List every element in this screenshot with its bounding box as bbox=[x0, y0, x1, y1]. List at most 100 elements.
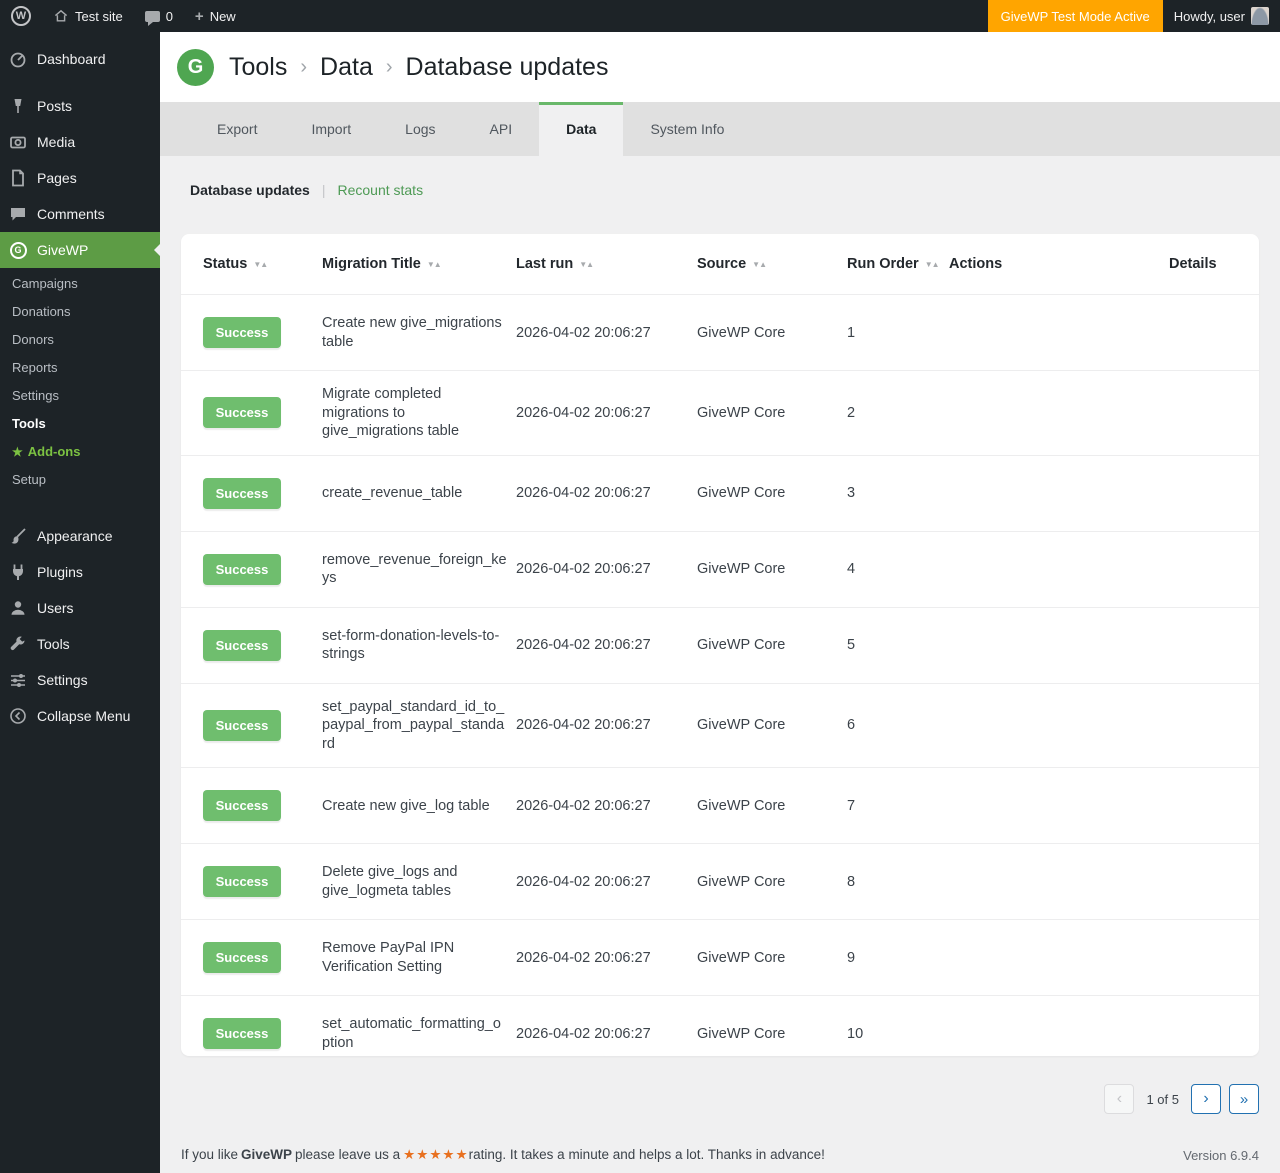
migration-title: Create new give_migrations table bbox=[322, 314, 516, 351]
footer-text: rating. It takes a minute and helps a lo… bbox=[469, 1147, 825, 1162]
subnav-database-updates[interactable]: Database updates bbox=[190, 182, 310, 198]
table-row: Success set-form-donation-levels-to-stri… bbox=[181, 607, 1259, 683]
run-order-value: 1 bbox=[847, 325, 949, 341]
column-header-last-run[interactable]: Last run ▼▲ bbox=[516, 256, 697, 272]
home-icon bbox=[53, 8, 69, 24]
tab-data[interactable]: Data bbox=[539, 102, 623, 156]
sidebar-item-pages[interactable]: Pages bbox=[0, 160, 160, 196]
source-value: GiveWP Core bbox=[697, 717, 847, 733]
submenu-item-donations[interactable]: Donations bbox=[0, 298, 160, 326]
tab-bar: Export Import Logs API Data System Info bbox=[160, 102, 1280, 156]
run-order-value: 9 bbox=[847, 950, 949, 966]
admin-bar-right: GiveWP Test Mode Active Howdy, user bbox=[988, 0, 1280, 32]
howdy-account-menu[interactable]: Howdy, user bbox=[1163, 0, 1280, 32]
table-row: Success create_revenue_table 2026-04-02 … bbox=[181, 455, 1259, 531]
sidebar-item-label: GiveWP bbox=[37, 241, 88, 259]
sidebar-item-plugins[interactable]: Plugins bbox=[0, 554, 160, 590]
sidebar-item-label: Plugins bbox=[37, 563, 83, 581]
five-star-rating-link[interactable]: ★★★★★ bbox=[403, 1147, 469, 1162]
tab-logs[interactable]: Logs bbox=[378, 102, 462, 156]
column-header-status[interactable]: Status ▼▲ bbox=[203, 256, 322, 272]
sidebar-item-users[interactable]: Users bbox=[0, 590, 160, 626]
submenu-item-tools[interactable]: Tools bbox=[0, 410, 160, 438]
source-value: GiveWP Core bbox=[697, 874, 847, 890]
breadcrumb-data[interactable]: Data bbox=[320, 53, 373, 82]
migration-title: create_revenue_table bbox=[322, 484, 516, 503]
givewp-logo: G bbox=[177, 49, 214, 86]
table-row: Success Create new give_migrations table… bbox=[181, 294, 1259, 370]
next-page-button[interactable]: › bbox=[1191, 1084, 1221, 1114]
submenu-item-addons[interactable]: ★ Add-ons bbox=[0, 438, 160, 466]
table-row: Success Remove PayPal IPN Verification S… bbox=[181, 919, 1259, 995]
wordpress-menu[interactable]: W bbox=[0, 0, 42, 32]
subnav-recount-stats-link[interactable]: Recount stats bbox=[337, 182, 423, 198]
brand-name: GiveWP bbox=[241, 1147, 292, 1162]
submenu-item-settings[interactable]: Settings bbox=[0, 382, 160, 410]
tab-system-info[interactable]: System Info bbox=[623, 102, 751, 156]
user-avatar bbox=[1251, 7, 1269, 25]
pagination: ‹ 1 of 5 › » bbox=[181, 1084, 1259, 1114]
migration-title: set-form-donation-levels-to-strings bbox=[322, 627, 516, 664]
sidebar-item-label: Media bbox=[37, 133, 75, 151]
last-run-value: 2026-04-02 20:06:27 bbox=[516, 485, 697, 501]
comments-icon bbox=[8, 204, 28, 224]
sidebar-item-givewp[interactable]: G GiveWP bbox=[0, 232, 160, 268]
status-badge: Success bbox=[203, 397, 281, 428]
tab-import[interactable]: Import bbox=[284, 102, 378, 156]
run-order-value: 8 bbox=[847, 874, 949, 890]
page-header: G Tools › Data › Database updates bbox=[160, 32, 1280, 102]
chevron-separator-icon: › bbox=[300, 56, 307, 79]
sidebar-item-appearance[interactable]: Appearance bbox=[0, 518, 160, 554]
subnav: Database updates | Recount stats bbox=[160, 156, 1280, 198]
status-badge: Success bbox=[203, 630, 281, 661]
admin-bar-comments[interactable]: 0 bbox=[134, 0, 184, 32]
source-value: GiveWP Core bbox=[697, 950, 847, 966]
last-page-button[interactable]: » bbox=[1229, 1084, 1259, 1114]
breadcrumb-tools[interactable]: Tools bbox=[229, 53, 287, 82]
migration-title: set_paypal_standard_id_to_paypal_from_pa… bbox=[322, 698, 516, 754]
comment-bubble-icon bbox=[145, 11, 160, 22]
page-footer: If you likeGiveWPplease leave us a★★★★★r… bbox=[181, 1147, 1259, 1163]
breadcrumb: Tools › Data › Database updates bbox=[229, 53, 608, 82]
table-row: Success Migrate completed migrations to … bbox=[181, 370, 1259, 455]
sidebar-item-label: Dashboard bbox=[37, 50, 106, 68]
source-value: GiveWP Core bbox=[697, 637, 847, 653]
addons-label: Add-ons bbox=[28, 445, 81, 459]
givewp-submenu: Campaigns Donations Donors Reports Setti… bbox=[0, 268, 160, 504]
last-run-value: 2026-04-02 20:06:27 bbox=[516, 405, 697, 421]
migration-title: Migrate completed migrations to give_mig… bbox=[322, 385, 516, 441]
sidebar-item-comments[interactable]: Comments bbox=[0, 196, 160, 232]
source-value: GiveWP Core bbox=[697, 561, 847, 577]
users-icon bbox=[8, 598, 28, 618]
wordpress-logo-icon: W bbox=[11, 6, 31, 26]
column-header-migration-title[interactable]: Migration Title ▼▲ bbox=[322, 256, 516, 272]
plus-icon: + bbox=[195, 8, 204, 25]
sidebar-item-tools[interactable]: Tools bbox=[0, 626, 160, 662]
submenu-item-donors[interactable]: Donors bbox=[0, 326, 160, 354]
table-row: Success Delete give_logs and give_logmet… bbox=[181, 843, 1259, 919]
tab-export[interactable]: Export bbox=[190, 102, 284, 156]
sidebar-item-settings[interactable]: Settings bbox=[0, 662, 160, 698]
run-order-value: 3 bbox=[847, 485, 949, 501]
collapse-menu-button[interactable]: Collapse Menu bbox=[0, 698, 160, 734]
tab-api[interactable]: API bbox=[463, 102, 540, 156]
admin-bar: W Test site 0 + New GiveWP Test Mode Act… bbox=[0, 0, 1280, 32]
previous-page-button[interactable]: ‹ bbox=[1104, 1084, 1134, 1114]
submenu-item-campaigns[interactable]: Campaigns bbox=[0, 270, 160, 298]
sidebar-item-posts[interactable]: Posts bbox=[0, 88, 160, 124]
sidebar-item-dashboard[interactable]: Dashboard bbox=[0, 41, 160, 77]
sidebar-item-media[interactable]: Media bbox=[0, 124, 160, 160]
test-mode-badge[interactable]: GiveWP Test Mode Active bbox=[988, 0, 1163, 32]
status-badge: Success bbox=[203, 1018, 281, 1049]
pipe-separator: | bbox=[322, 182, 326, 198]
status-badge: Success bbox=[203, 554, 281, 585]
submenu-item-reports[interactable]: Reports bbox=[0, 354, 160, 382]
site-name-link[interactable]: Test site bbox=[42, 0, 134, 32]
column-header-source[interactable]: Source ▼▲ bbox=[697, 256, 847, 272]
new-content-button[interactable]: + New bbox=[184, 0, 247, 32]
source-value: GiveWP Core bbox=[697, 798, 847, 814]
column-header-run-order[interactable]: Run Order ▼▲ bbox=[847, 256, 949, 272]
submenu-item-setup[interactable]: Setup bbox=[0, 466, 160, 494]
status-badge: Success bbox=[203, 317, 281, 348]
source-value: GiveWP Core bbox=[697, 405, 847, 421]
